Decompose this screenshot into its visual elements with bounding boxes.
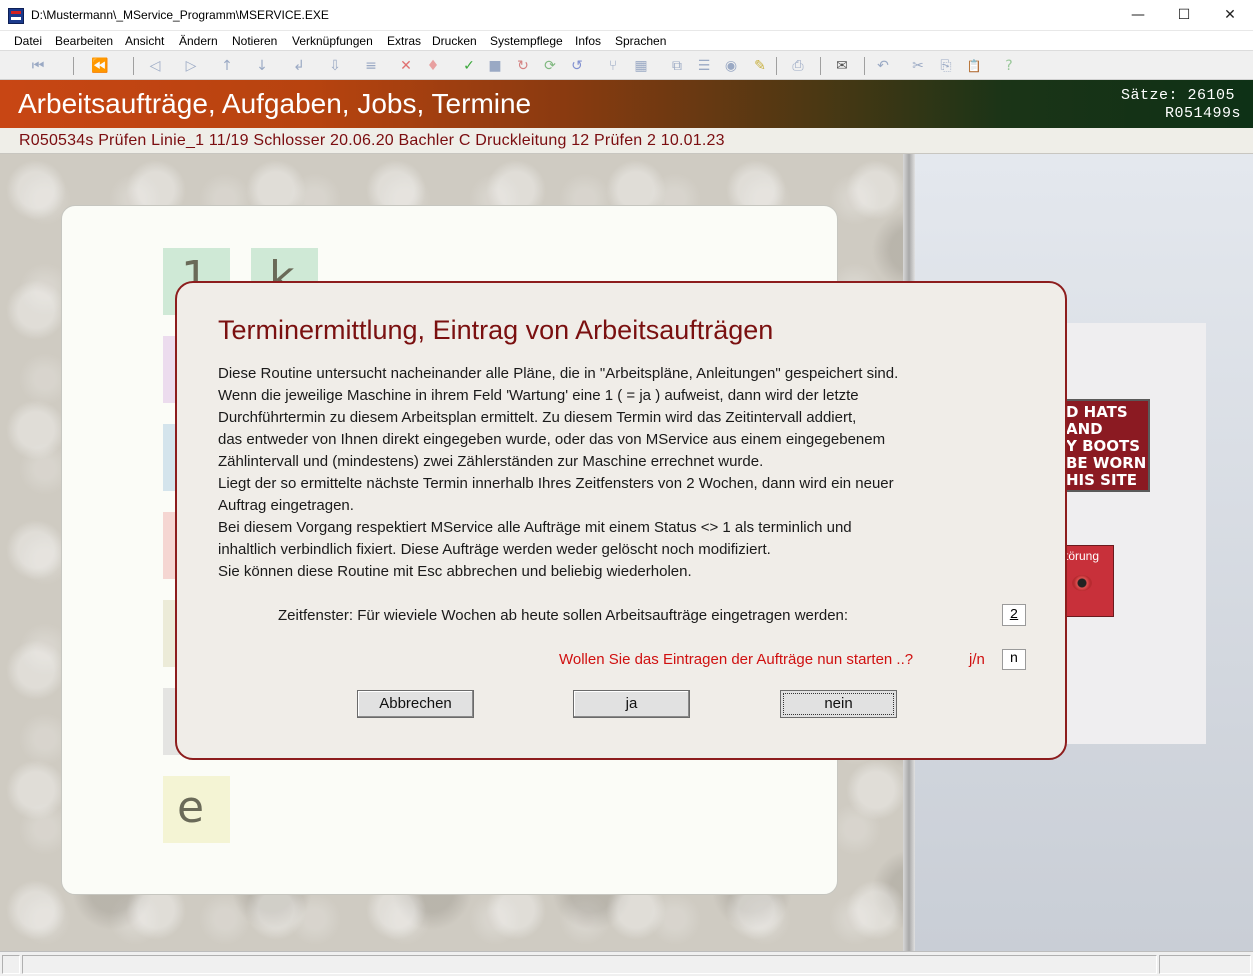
page-title: Arbeitsaufträge, Aufgaben, Jobs, Termine xyxy=(18,88,532,119)
undo-icon[interactable]: ↶ xyxy=(873,56,893,76)
refresh-icon[interactable]: ⟳ xyxy=(540,56,560,76)
description-line: Sie können diese Routine mit Esc abbrech… xyxy=(218,563,692,580)
cancel-button[interactable]: Abbrechen xyxy=(357,690,474,718)
current-record-number: R051499s xyxy=(1164,105,1241,122)
list-icon[interactable]: ≡ xyxy=(361,56,381,76)
toolbar-separator xyxy=(820,57,821,75)
description-line: Liegt der so ermittelte nächste Termin i… xyxy=(218,475,894,492)
first-record-icon[interactable]: ⏮ xyxy=(28,56,48,76)
menu-ansicht[interactable]: Ansicht xyxy=(125,34,164,48)
description-line: Auftrag eingetragen. xyxy=(218,497,354,514)
minimize-button[interactable]: — xyxy=(1115,0,1161,31)
confirm-icon[interactable]: ✓ xyxy=(459,56,479,76)
next-record-icon[interactable]: ▷ xyxy=(181,56,201,76)
yes-no-label: j/n xyxy=(969,651,985,668)
scheduling-dialog: Terminermittlung, Eintrag von Arbeitsauf… xyxy=(175,281,1067,760)
window-title: D:\Mustermann\_MService_Programm\MSERVIC… xyxy=(31,8,329,22)
up-arrow-icon[interactable]: ↑ xyxy=(217,56,237,76)
description-line: Bei diesem Vorgang respektiert MService … xyxy=(218,519,852,536)
safety-sign-image: D HATS AND Y BOOTS BE WORN HIS SITE xyxy=(1062,399,1150,492)
record-info-line: R050534s Prüfen Linie_1 11/19 Schlosser … xyxy=(0,128,1253,154)
record-count: Sätze: 26105 xyxy=(1120,87,1235,104)
menu-infos[interactable]: Infos xyxy=(575,34,601,48)
status-pane xyxy=(2,955,20,974)
description-line: Diese Routine untersucht nacheinander al… xyxy=(218,365,899,382)
app-icon[interactable] xyxy=(8,8,24,24)
toolbar-separator xyxy=(864,57,865,75)
close-button[interactable]: ✕ xyxy=(1207,0,1253,31)
title-bar: D:\Mustermann\_MService_Programm\MSERVIC… xyxy=(0,0,1253,31)
copy-icon[interactable]: ⎘ xyxy=(936,56,956,76)
start-confirm-input[interactable]: n xyxy=(1002,649,1026,670)
split-icon[interactable]: ⑂ xyxy=(603,56,623,76)
undo-delete-icon[interactable]: ♦ xyxy=(423,56,443,76)
delete-icon[interactable]: ✕ xyxy=(396,56,416,76)
printer-icon[interactable]: ⎙ xyxy=(788,56,808,76)
sync-icon[interactable]: ↺ xyxy=(567,56,587,76)
prev-record-icon[interactable]: ◁ xyxy=(145,56,165,76)
table-icon[interactable]: ▦ xyxy=(631,56,651,76)
tile-e[interactable]: e xyxy=(163,776,230,843)
copy-record-icon[interactable]: ⧉ xyxy=(667,56,687,76)
zeitfenster-input[interactable]: 2 xyxy=(1002,604,1026,626)
down-arrow-icon[interactable]: ↓ xyxy=(252,56,272,76)
help-icon[interactable]: ? xyxy=(999,56,1019,76)
paste-icon[interactable]: 📋 xyxy=(964,56,984,76)
status-pane-right xyxy=(1159,955,1251,974)
dialog-description: Diese Routine untersucht nacheinander al… xyxy=(218,363,1018,583)
view-icon[interactable]: ◉ xyxy=(721,56,741,76)
menu-extras[interactable]: Extras xyxy=(387,34,421,48)
description-line: Zählintervall und (mindestens) zwei Zähl… xyxy=(218,453,764,470)
record-summary: R050534s Prüfen Linie_1 11/19 Schlosser … xyxy=(19,132,725,149)
cut-icon[interactable]: ✂ xyxy=(908,56,928,76)
menu-sprachen[interactable]: Sprachen xyxy=(615,34,666,48)
alarm-label: törung xyxy=(1065,549,1100,563)
menu-aendern[interactable]: Ändern xyxy=(179,34,218,48)
highlight-icon[interactable]: ✎ xyxy=(750,56,770,76)
rotate-icon[interactable]: ↻ xyxy=(513,56,533,76)
menu-bar: Datei Bearbeiten Ansicht Ändern Notieren… xyxy=(0,31,1253,51)
alarm-button-image: törung xyxy=(1062,545,1114,617)
menu-verknuepfungen[interactable]: Verknüpfungen xyxy=(292,34,373,48)
align-icon[interactable]: ☰ xyxy=(694,56,714,76)
toolbar-separator xyxy=(776,57,777,75)
menu-datei[interactable]: Datei xyxy=(14,34,42,48)
menu-drucken[interactable]: Drucken xyxy=(432,34,477,48)
menu-notieren[interactable]: Notieren xyxy=(232,34,277,48)
dialog-title: Terminermittlung, Eintrag von Arbeitsauf… xyxy=(218,315,774,345)
status-bar xyxy=(0,951,1253,976)
no-button[interactable]: nein xyxy=(780,690,897,718)
status-pane-main xyxy=(22,955,1157,974)
alarm-icon xyxy=(1072,575,1092,591)
menu-bearbeiten[interactable]: Bearbeiten xyxy=(55,34,113,48)
save-icon[interactable]: ■ xyxy=(485,56,505,76)
toolbar-separator xyxy=(133,57,134,75)
description-line: Durchführtermin zu diesem Arbeitsplan er… xyxy=(218,409,857,426)
mail-icon[interactable]: ✉ xyxy=(832,56,852,76)
zeitfenster-label: Zeitfenster: Für wieviele Wochen ab heut… xyxy=(278,607,849,624)
description-line: das entweder von Ihnen direkt eingegeben… xyxy=(218,431,886,448)
description-line: inhaltlich verbindlich fixiert. Diese Au… xyxy=(218,541,771,558)
start-question: Wollen Sie das Eintragen der Aufträge nu… xyxy=(559,651,914,668)
module-header: Arbeitsaufträge, Aufgaben, Jobs, Termine… xyxy=(0,80,1253,128)
description-line: Wenn die jeweilige Maschine in ihrem Fel… xyxy=(218,387,859,404)
page-back-icon[interactable]: ⏪ xyxy=(90,56,110,76)
toolbar: ⏮ ⏪ ◁ ▷ ↑ ↓ ↲ ⇩ ≡ ✕ ♦ ✓ ■ ↻ ⟳ ↺ ⑂ ▦ ⧉ ☰ … xyxy=(0,52,1253,80)
yes-button[interactable]: ja xyxy=(573,690,690,718)
menu-systempflege[interactable]: Systempflege xyxy=(490,34,563,48)
application-window: D:\Mustermann\_MService_Programm\MSERVIC… xyxy=(0,0,1253,976)
right-image-panel xyxy=(1060,323,1206,744)
tile-letter: e xyxy=(177,782,205,833)
toolbar-separator xyxy=(73,57,74,75)
import-icon[interactable]: ⇩ xyxy=(325,56,345,76)
maximize-button[interactable]: ☐ xyxy=(1161,0,1207,31)
enter-icon[interactable]: ↲ xyxy=(289,56,309,76)
